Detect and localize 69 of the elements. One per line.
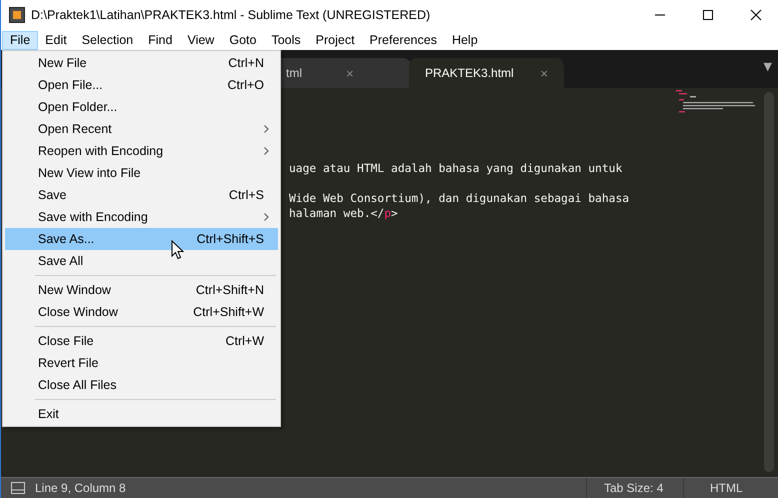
menu-entry[interactable]: Save As... Ctrl+Shift+S xyxy=(5,228,278,250)
menu-item[interactable]: Goto xyxy=(221,30,264,50)
code-text: > xyxy=(391,207,398,220)
menu-entry-label: New View into File xyxy=(38,166,142,180)
shortcut-text: Ctrl+Shift+W xyxy=(193,305,264,319)
menu-entry[interactable]: Open Recent xyxy=(5,118,278,140)
menu-entry-label: Open Folder... xyxy=(38,100,118,114)
menu-item[interactable]: Tools xyxy=(263,30,309,50)
menu-item[interactable]: File xyxy=(2,30,38,50)
tab-close-button[interactable]: × xyxy=(540,66,548,80)
menu-entry-label: Open Recent xyxy=(38,122,113,136)
shortcut-text: Ctrl+S xyxy=(228,188,264,202)
menu-item[interactable]: Help xyxy=(444,30,486,50)
shortcut-text: Ctrl+W xyxy=(225,334,264,348)
menu-entry[interactable]: Save All xyxy=(5,250,278,272)
menu-entry[interactable]: Exit xyxy=(5,403,278,425)
menu-entry[interactable]: Open File... Ctrl+O xyxy=(5,74,278,96)
menu-entry-label: New File xyxy=(38,56,88,70)
menu-entry-label: Reopen with Encoding xyxy=(38,144,164,158)
menu-entry-label: Close All Files xyxy=(38,378,118,392)
menu-item[interactable]: Project xyxy=(308,30,363,50)
menu-entry-label: Save As... xyxy=(38,232,96,246)
menu-entry-label: Save xyxy=(38,188,68,202)
menu-entry-label: Open File... xyxy=(38,78,104,92)
menu-entry-label: Close File xyxy=(38,334,95,348)
menu-entry[interactable]: Revert File xyxy=(5,352,278,374)
panel-toggle-icon[interactable] xyxy=(11,482,25,494)
menu-item[interactable]: Find xyxy=(140,30,180,50)
menu-entry-label: Exit xyxy=(38,407,60,421)
menu-item[interactable]: Edit xyxy=(37,30,75,50)
menu-entry[interactable]: Close File Ctrl+W xyxy=(5,330,278,352)
menu-entry-label: Save with Encoding xyxy=(38,210,149,224)
shortcut-text: Ctrl+Shift+N xyxy=(196,283,264,297)
menu-entry-label: Close Window xyxy=(38,305,119,319)
tab-size-button[interactable]: Tab Size: 4 xyxy=(586,478,683,498)
tab-list-button[interactable]: ▼ xyxy=(764,60,772,73)
close-icon[interactable] xyxy=(750,9,762,21)
shortcut-text: Ctrl+N xyxy=(228,56,264,70)
code-text: Wide Web Consortium), dan digunakan sebagai bahasa xyxy=(289,192,630,205)
menu-entry[interactable]: New Window Ctrl+Shift+N xyxy=(5,279,278,301)
menu-entry-label: Revert File xyxy=(38,356,100,370)
menu-entry[interactable]: Close All Files xyxy=(5,374,278,396)
menu-entry[interactable]: New View into File xyxy=(5,162,278,184)
app-icon xyxy=(9,7,25,23)
menu-item[interactable]: Selection xyxy=(74,30,142,50)
syntax-button[interactable]: HTML xyxy=(683,478,778,498)
shortcut-text: Ctrl+O xyxy=(228,78,264,92)
code-tag: p xyxy=(384,207,392,220)
menu-entry[interactable]: Close Window Ctrl+Shift+W xyxy=(5,301,278,323)
code-text: halaman web.</ xyxy=(289,207,384,220)
shortcut-text: Ctrl+Shift+S xyxy=(196,232,264,246)
menu-entry[interactable]: Save Ctrl+S xyxy=(5,184,278,206)
menu-item[interactable]: View xyxy=(179,30,222,50)
tab-label: PRAKTEK3.html xyxy=(425,66,515,80)
code-text: uage atau HTML adalah bahasa yang digunakan untuk xyxy=(289,162,622,175)
cursor-position: Line 9, Column 8 xyxy=(35,481,127,495)
file-tab[interactable]: PRAKTEK3.html × xyxy=(409,58,564,88)
menu-entry[interactable]: Open Folder... xyxy=(5,96,278,118)
maximize-icon[interactable] xyxy=(702,9,714,21)
mouse-cursor-icon xyxy=(171,240,184,260)
tab-close-button[interactable]: × xyxy=(346,66,354,80)
menu-entry-label: New Window xyxy=(38,283,112,297)
menu-entry[interactable]: Save with Encoding xyxy=(5,206,278,228)
menu-entry[interactable]: New File Ctrl+N xyxy=(5,52,278,74)
menu-entry-label: Save All xyxy=(38,254,84,268)
tab-label: tml xyxy=(285,66,303,80)
menu-item[interactable]: Preferences xyxy=(362,30,445,50)
window-title: D:\Praktek1\Latihan\PRAKTEK3.html - Sublime Text (UNREGISTERED) xyxy=(31,8,430,22)
menu-entry[interactable]: Reopen with Encoding xyxy=(5,140,278,162)
